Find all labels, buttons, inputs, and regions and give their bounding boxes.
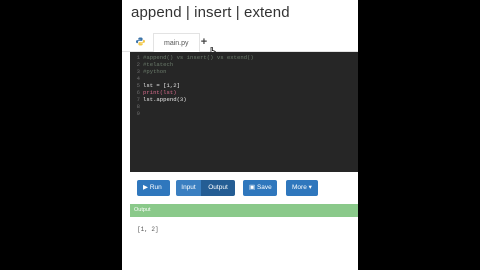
- tab-main-py[interactable]: main.py: [153, 33, 200, 52]
- line-number: 3: [136, 68, 140, 75]
- line-number: 1: [136, 54, 140, 61]
- io-toggle: Input Output: [176, 180, 235, 196]
- line-number: 2: [136, 61, 140, 68]
- output-text: [1, 2]: [137, 226, 159, 233]
- code-line: 9: [130, 110, 358, 117]
- code-line: 2 #telatech: [130, 61, 358, 68]
- line-number: 5: [136, 82, 140, 89]
- line-number: 7: [136, 96, 140, 103]
- code-line: 7 lst.append(3): [130, 96, 358, 103]
- code-editor[interactable]: 1 #append() vs insert() vs extend() 2 #t…: [130, 52, 358, 172]
- code-text: print(lst): [143, 89, 177, 96]
- python-icon: [136, 37, 145, 46]
- line-number: 6: [136, 89, 140, 96]
- caret-down-icon: ▾: [306, 184, 312, 191]
- code-text: lst = [1,2]: [143, 82, 180, 89]
- line-number: 8: [136, 103, 140, 110]
- code-text: #telatech: [143, 61, 174, 68]
- code-text: #append() vs insert() vs extend(): [143, 54, 254, 61]
- code-line: 8: [130, 103, 358, 110]
- line-number: 4: [136, 75, 140, 82]
- more-label: More: [292, 184, 307, 191]
- code-line: 6 print(lst): [130, 89, 358, 96]
- save-button[interactable]: ▣ Save: [243, 180, 277, 196]
- output-toggle-button[interactable]: Output: [201, 180, 235, 196]
- run-label: Run: [149, 184, 162, 191]
- run-toolbar: ▶ Run Input Output ▣ Save More ▾: [122, 172, 358, 204]
- code-line: 5 lst = [1,2]: [130, 82, 358, 89]
- code-line: 3 #python: [130, 68, 358, 75]
- more-button[interactable]: More ▾: [286, 180, 318, 196]
- output-console: [1, 2]: [130, 217, 358, 270]
- code-line: 1 #append() vs insert() vs extend(): [130, 54, 358, 61]
- page-title: append | insert | extend: [131, 4, 290, 21]
- output-header: Output: [130, 204, 358, 217]
- save-icon: ▣: [249, 184, 257, 191]
- code-text: #python: [143, 68, 167, 75]
- save-label: Save: [256, 184, 272, 191]
- code-text: lst.append(3): [143, 96, 187, 103]
- line-number: 9: [136, 110, 140, 117]
- file-tab-bar: main.py +: [122, 32, 358, 52]
- app-frame: append | insert | extend main.py + 1 #ap…: [122, 0, 358, 270]
- code-line: 4: [130, 75, 358, 82]
- play-icon: ▶: [143, 184, 150, 191]
- run-button[interactable]: ▶ Run: [137, 180, 170, 196]
- input-toggle-button[interactable]: Input: [176, 180, 201, 196]
